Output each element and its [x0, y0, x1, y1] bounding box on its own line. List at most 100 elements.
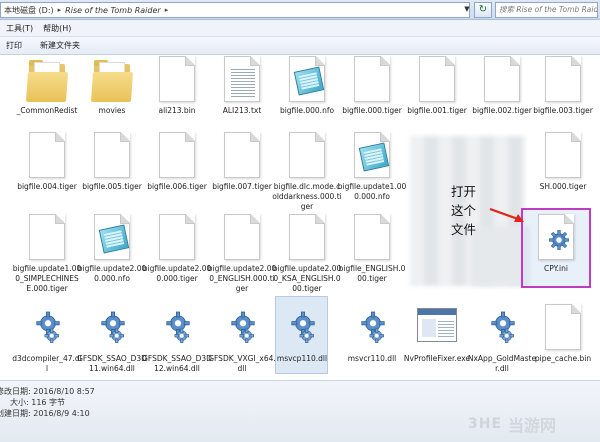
- file-item[interactable]: bigfile.update2.000.000.nfo: [78, 214, 146, 294]
- file-item[interactable]: bigfile.000.tiger: [341, 56, 403, 136]
- file-item[interactable]: bigfile.007.tiger: [211, 132, 273, 212]
- annotation-arrow-icon: [489, 207, 524, 222]
- file-name: bigfile.update1.000_SIMPLECHINESE.000.ti…: [12, 264, 82, 293]
- document-icon: [354, 214, 390, 260]
- file-name: bigfile.update1.000.000.nfo: [337, 182, 407, 201]
- status-created: 创建日期: 2016/8/9 4:10: [0, 409, 90, 418]
- file-item[interactable]: msvcp110.dll: [271, 304, 333, 380]
- file-name: NvProfileFixer.exe: [403, 354, 471, 363]
- file-item[interactable]: bigfile.update2.000_KSA_ENGLISH.000.tige…: [273, 214, 341, 294]
- toolbar: 打印 新建文件夹: [0, 37, 600, 55]
- file-name: bigfile.005.tiger: [82, 182, 142, 191]
- status-size: 大小: 116 字节: [10, 398, 66, 407]
- file-name: CPY.ini: [544, 264, 568, 273]
- watermark-text: 当游网: [508, 416, 557, 435]
- gear-icon: [291, 311, 315, 343]
- document-icon: [545, 304, 581, 350]
- refresh-button[interactable]: ↻: [474, 2, 492, 18]
- file-name: bigfile.000.nfo: [279, 106, 335, 115]
- file-item[interactable]: GFSDK_VXGI_x64.dll: [208, 304, 276, 380]
- address-row: 本地磁盘 (D:) ▸ Rise of the Tomb Raider ▸ ▼ …: [0, 0, 600, 20]
- document-icon: [94, 132, 130, 178]
- file-name: bigfile_ENGLISH.000.tiger: [338, 264, 406, 283]
- file-item[interactable]: bigfile.005.tiger: [81, 132, 143, 212]
- menu-bar: 工具(T) 帮助(H): [0, 20, 600, 37]
- document-icon: [354, 56, 390, 102]
- breadcrumb-separator-icon[interactable]: ▸: [165, 6, 169, 14]
- file-item[interactable]: _CommonRedist: [16, 56, 78, 136]
- breadcrumb-drive[interactable]: 本地磁盘 (D:): [4, 5, 54, 16]
- file-name: SH.000.tiger: [539, 182, 587, 191]
- file-name: GFSDK_SSAO_D3D11.win64.dll: [77, 354, 147, 373]
- print-button[interactable]: 打印: [6, 40, 22, 51]
- document-icon: [545, 132, 581, 178]
- file-item[interactable]: ali213.bin: [146, 56, 208, 136]
- file-item[interactable]: bigfile.001.tiger: [406, 56, 468, 136]
- document-icon: [29, 214, 65, 260]
- document-icon: [224, 214, 260, 260]
- document-icon: [159, 214, 195, 260]
- file-name: bigfile.002.tiger: [472, 106, 532, 115]
- document-icon: [289, 214, 325, 260]
- file-item[interactable]: bigfile.dlc.mode.colddarkness.000.tiger: [272, 132, 342, 212]
- file-item[interactable]: GFSDK_SSAO_D3D12.win64.dll: [142, 304, 212, 380]
- file-item[interactable]: bigfile.002.tiger: [471, 56, 533, 136]
- document-icon: [159, 56, 195, 102]
- file-name: bigfile.update2.000_ENGLISH.000.tiger: [207, 264, 277, 293]
- file-name: bigfile.dlc.mode.colddarkness.000.tiger: [272, 182, 342, 211]
- file-name: bigfile.update2.000.000.tiger: [142, 264, 212, 283]
- document-icon: [419, 56, 455, 102]
- file-name: bigfile.001.tiger: [407, 106, 467, 115]
- address-bar[interactable]: 本地磁盘 (D:) ▸ Rise of the Tomb Raider ▸: [0, 2, 470, 18]
- folder-icon: [90, 58, 134, 102]
- text-file-icon: [224, 56, 260, 102]
- gear-icon: [101, 311, 125, 343]
- file-item[interactable]: NvProfileFixer.exe: [404, 304, 470, 380]
- breadcrumb-separator-icon[interactable]: ▸: [58, 6, 62, 14]
- file-item[interactable]: movies: [81, 56, 143, 136]
- file-item[interactable]: pipe_cache.bin: [532, 304, 594, 380]
- nfo-file-icon: [289, 56, 325, 102]
- file-item[interactable]: bigfile.000.nfo: [276, 56, 338, 136]
- breadcrumb-folder[interactable]: Rise of the Tomb Raider: [65, 6, 161, 15]
- gear-icon: [166, 311, 190, 343]
- file-item[interactable]: ALI213.txt: [211, 56, 273, 136]
- document-icon: [224, 132, 260, 178]
- file-item[interactable]: bigfile.004.tiger: [16, 132, 78, 212]
- file-item[interactable]: bigfile.update1.000.000.nfo: [338, 132, 406, 212]
- gear-icon: [36, 311, 60, 343]
- file-item[interactable]: msvcr110.dll: [341, 304, 403, 380]
- file-item[interactable]: SH.000.tiger: [532, 132, 594, 212]
- new-folder-button[interactable]: 新建文件夹: [40, 40, 80, 51]
- file-name: bigfile.003.tiger: [533, 106, 593, 115]
- address-dropdown-icon[interactable]: ▼: [462, 3, 472, 15]
- file-item[interactable]: bigfile.003.tiger: [532, 56, 594, 136]
- file-name: ali213.bin: [158, 106, 196, 115]
- menu-tools[interactable]: 工具(T): [6, 23, 33, 34]
- nfo-file-icon: [94, 214, 130, 260]
- file-item[interactable]: d3dcompiler_47.dll: [12, 304, 82, 380]
- annotation-line: 打开: [451, 184, 477, 199]
- file-item[interactable]: bigfile.update2.000.000.tiger: [143, 214, 211, 294]
- file-item[interactable]: bigfile.update1.000_SIMPLECHINESE.000.ti…: [13, 214, 81, 294]
- document-icon: [545, 56, 581, 102]
- file-name: pipe_cache.bin: [534, 354, 592, 363]
- search-input[interactable]: 搜索 Rise of the Tomb Raid...: [495, 2, 598, 18]
- file-item[interactable]: NxApp_GoldMaster.dll: [468, 304, 536, 380]
- menu-help[interactable]: 帮助(H): [43, 23, 71, 34]
- file-item[interactable]: GFSDK_SSAO_D3D11.win64.dll: [77, 304, 147, 380]
- status-modified: 修改日期: 2016/8/10 8:57: [0, 387, 95, 396]
- document-icon: [484, 56, 520, 102]
- file-name: bigfile.update2.000.000.nfo: [77, 264, 147, 283]
- file-name: bigfile.update2.000_KSA_ENGLISH.000.tige…: [272, 264, 342, 293]
- file-name: NxApp_GoldMaster.dll: [467, 354, 537, 373]
- cpy-ini-file[interactable]: CPY.ini: [525, 214, 587, 294]
- file-item[interactable]: bigfile.006.tiger: [146, 132, 208, 212]
- gear-icon: [361, 311, 385, 343]
- file-item[interactable]: bigfile.update2.000_ENGLISH.000.tiger: [208, 214, 276, 294]
- file-item[interactable]: bigfile_ENGLISH.000.tiger: [339, 214, 405, 294]
- file-name: bigfile.000.tiger: [342, 106, 402, 115]
- nfo-file-icon: [354, 132, 390, 178]
- file-name: GFSDK_SSAO_D3D12.win64.dll: [142, 354, 212, 373]
- watermark: 3HE 当游网: [468, 410, 598, 438]
